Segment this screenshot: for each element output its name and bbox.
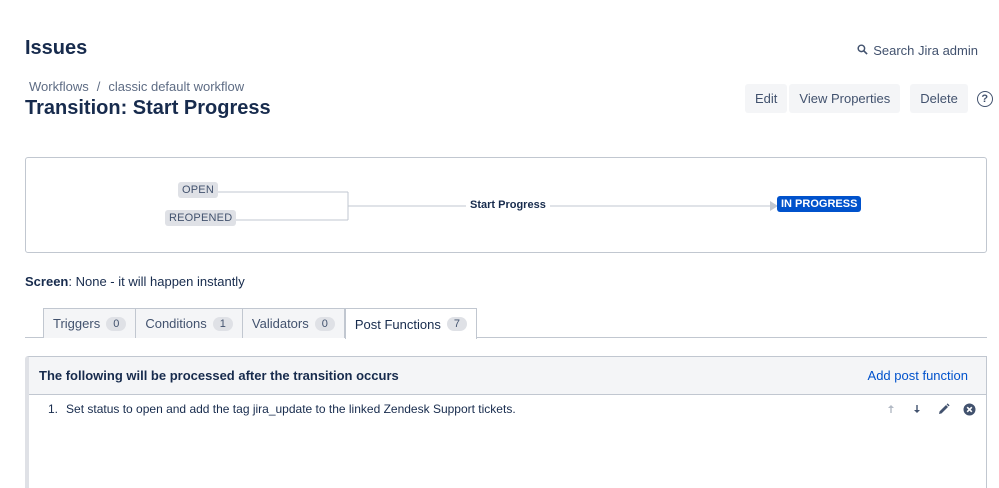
status-in-progress: IN PROGRESS [777, 196, 862, 212]
edit-button[interactable]: Edit [745, 84, 788, 113]
transition-diagram: OPEN REOPENED Start Progress IN PROGRESS [25, 157, 987, 253]
transition-tabs: Triggers 0 Conditions 1 Validators 0 Pos… [25, 308, 987, 339]
view-properties-button[interactable]: View Properties [789, 84, 901, 113]
tab-triggers-count: 0 [106, 316, 127, 331]
transition-title: Transition: Start Progress [25, 97, 271, 119]
tab-conditions-count: 1 [212, 316, 233, 331]
post-functions-panel: The following will be processed after th… [25, 356, 987, 488]
arrow-down-icon[interactable] [910, 402, 924, 416]
search-icon [857, 43, 868, 58]
list-item: 1. Set status to open and add the tag ji… [29, 395, 986, 423]
search-jira-admin-label: Search Jira admin [873, 43, 978, 58]
action-toolbar: Edit View Properties Delete ? [745, 84, 993, 113]
help-icon[interactable]: ? [976, 90, 993, 107]
post-functions-heading: The following will be processed after th… [39, 368, 399, 383]
post-functions-header: The following will be processed after th… [29, 357, 986, 395]
tab-triggers[interactable]: Triggers 0 [43, 308, 137, 338]
post-function-row-actions [884, 402, 976, 416]
tab-post-functions[interactable]: Post Functions 7 [344, 308, 477, 339]
breadcrumb-separator: / [96, 79, 101, 94]
page-title: Issues [25, 37, 88, 59]
tab-validators-label: Validators [251, 316, 309, 331]
post-function-number: 1. [48, 402, 59, 416]
post-function-text: Set status to open and add the tag jira_… [66, 402, 516, 416]
tab-validators-count: 0 [314, 316, 335, 331]
breadcrumb-classic-default-workflow[interactable]: classic default workflow [108, 79, 244, 94]
status-reopened: REOPENED [165, 210, 237, 226]
tab-conditions[interactable]: Conditions 1 [136, 308, 243, 338]
screen-label: Screen [25, 274, 69, 289]
delete-button[interactable]: Delete [910, 84, 968, 113]
close-circle-icon[interactable] [962, 402, 976, 416]
search-jira-admin-link[interactable]: Search Jira admin [857, 43, 978, 58]
pencil-icon[interactable] [936, 402, 950, 416]
arrow-up-icon[interactable] [884, 402, 898, 416]
breadcrumb: Workflows / classic default workflow [29, 79, 244, 94]
status-open: OPEN [178, 182, 218, 198]
transition-name-label: Start Progress [466, 199, 550, 211]
breadcrumb-workflows[interactable]: Workflows [29, 79, 89, 94]
tab-post-functions-label: Post Functions [354, 316, 441, 332]
tab-validators[interactable]: Validators 0 [242, 308, 345, 338]
edit-view-group: Edit View Properties [745, 84, 901, 113]
screen-info: Screen: None - it will happen instantly [25, 274, 245, 289]
tab-post-functions-count: 7 [446, 317, 467, 331]
tab-triggers-label: Triggers [53, 316, 101, 331]
tab-conditions-label: Conditions [145, 316, 207, 331]
add-post-function-link[interactable]: Add post function [868, 368, 968, 383]
screen-value: : None - it will happen instantly [68, 274, 245, 289]
